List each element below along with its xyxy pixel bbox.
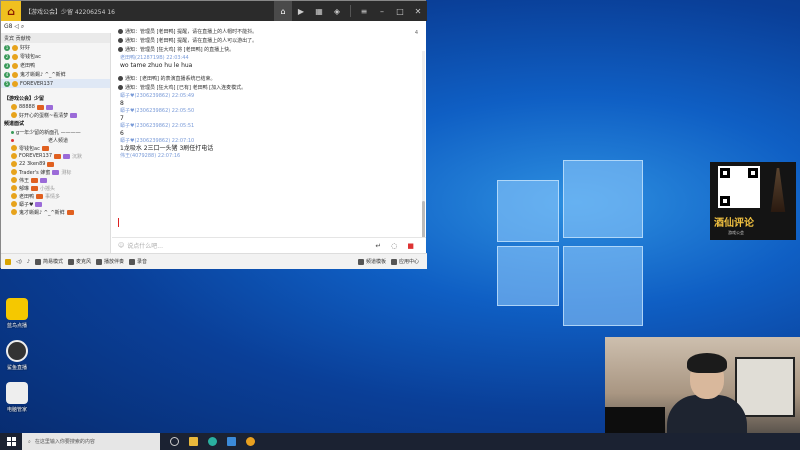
taskbar-search-input[interactable]: 在这里输入你要搜索的内容 xyxy=(35,438,95,445)
list-item[interactable]: 老人频道 xyxy=(1,136,110,144)
volume-icon[interactable]: ◁) xyxy=(16,259,22,265)
message-body: 1龙吸水 2三口一头猪 3刷任打电话 xyxy=(120,145,214,152)
tower-graphic xyxy=(770,168,786,212)
app-center-button[interactable]: 应用中心 xyxy=(390,258,419,265)
list-item[interactable]: 伟王 xyxy=(1,176,110,184)
search-icon: ⌕ xyxy=(28,438,31,445)
windows-taskbar: ⌕ 在这里输入你要搜索的内容 xyxy=(0,433,800,450)
list-item[interactable]: 零钱包ac xyxy=(1,144,110,152)
rank-row[interactable]: 5 FOREVER137 xyxy=(1,79,110,88)
message-body: 7 xyxy=(120,115,124,122)
chat-scrollbar[interactable] xyxy=(422,51,425,251)
message-body: 8 xyxy=(120,100,124,107)
window-title: 【游戏公会】少留 42206254 16 xyxy=(25,8,115,16)
message-body: 6 xyxy=(120,130,124,137)
home-icon[interactable]: ⌂ xyxy=(274,1,292,21)
taskbar-search[interactable]: ⌕ 在这里输入你要搜索的内容 xyxy=(22,433,160,450)
emoji-icon[interactable]: ☺ xyxy=(118,242,124,249)
rank-row[interactable]: 4 鬼才蜥蜴♪ ^_^新鲜 xyxy=(1,70,110,79)
desktop-icon-app1[interactable]: 蓝鸟点播 xyxy=(3,298,31,329)
qr-title: 酒仙评论 xyxy=(714,218,754,229)
list-item[interactable]: 郁琳 小摇头 xyxy=(1,184,110,192)
list-item[interactable]: 88888 xyxy=(1,103,110,111)
cards-icon[interactable]: ▦ xyxy=(310,1,328,21)
list-item[interactable]: g一年少留的新面孔 ———— xyxy=(1,128,110,136)
windows-start-icon[interactable] xyxy=(0,433,22,450)
gaming-chair xyxy=(735,357,795,417)
maximize-icon[interactable]: □ xyxy=(391,1,409,21)
message-meta[interactable]: 伟王(4079288) 22:07:16 xyxy=(112,153,426,160)
app-logo-icon[interactable]: ⌂ xyxy=(1,1,21,21)
rank-row[interactable]: 2 零钱包ac xyxy=(1,52,110,61)
accompaniment-button[interactable]: 播放伴奏 xyxy=(96,258,124,265)
record-button[interactable]: 录音 xyxy=(129,258,147,265)
section-title[interactable]: 频道面试 xyxy=(1,119,110,128)
rank-row[interactable]: 1 好好 xyxy=(1,43,110,52)
template-button[interactable]: 频道模板 xyxy=(357,258,386,265)
file-explorer-icon[interactable] xyxy=(189,437,198,446)
gamepad-icon[interactable]: ◈ xyxy=(328,1,346,21)
text-cursor xyxy=(118,218,119,227)
minimize-icon[interactable]: – xyxy=(373,1,391,21)
mic-icon[interactable]: ♪ xyxy=(27,259,30,265)
menu-icon[interactable]: ≡ xyxy=(355,1,373,21)
chat-bubble-icon[interactable]: ◌ xyxy=(391,242,397,250)
message-body: wo tame zhuo hu le hua xyxy=(120,62,193,69)
app-titlebar: ⌂ 【游戏公会】少留 42206254 16 ⌂ ▶ ▦ ◈ ≡ – □ ✕ xyxy=(1,1,427,21)
list-item[interactable]: 蟒子♥ xyxy=(1,200,110,208)
system-message: 通知：管理员 [老田鸭] 提醒，请在直播上的人帽时不能抖。 xyxy=(112,28,426,37)
qr-code-icon xyxy=(718,166,760,208)
desktop-icon-app3[interactable]: 电脑管家 xyxy=(3,382,31,413)
streamer-hair xyxy=(687,353,727,373)
system-message: 通知：管理员 [老田鸭] 提醒，请在直播上的人可以游出了。 xyxy=(112,37,426,46)
list-item[interactable]: 22 3ken89 xyxy=(1,160,110,168)
section-title[interactable]: 【游戏公会】少留 xyxy=(1,94,110,103)
windows-wallpaper-logo xyxy=(497,160,647,326)
list-item[interactable]: Trader's 蜂蜜 测标 xyxy=(1,168,110,176)
list-item[interactable]: 鬼才蜥蜴♪ ^_^新鲜 xyxy=(1,208,110,216)
channel-subbar: G8 ◁ ⌕ xyxy=(1,21,111,33)
desktop-icon-app2[interactable]: 鲨鱼直播 xyxy=(3,340,31,371)
simple-mode-button[interactable]: 简易模式 xyxy=(35,258,63,265)
chat-input-bar: ☺ 说点什么吧... ↵ ◌ ■ xyxy=(112,237,426,253)
message-meta[interactable]: 蟒子♥(2306239862) 22:07:10 xyxy=(112,138,426,145)
message-meta[interactable]: 老田鸭(2128719B) 22:03:44 xyxy=(112,55,426,62)
task-view-icon[interactable] xyxy=(170,437,179,446)
list-item[interactable]: FOREVER137 沉默 xyxy=(1,152,110,160)
message-meta[interactable]: 蟒子♥(2306239862) 22:05:51 xyxy=(112,123,426,130)
edge-icon[interactable] xyxy=(208,437,217,446)
system-message: 通知：管理员 [狂大鸡] 将 [老田鸭] 的直播上快。 xyxy=(112,46,426,55)
mic-button[interactable]: 麦克风 xyxy=(68,258,91,265)
system-message: 通知：[老田鸭] 的表演直播系统已结束。 xyxy=(112,75,426,84)
gift-icon[interactable]: ■ xyxy=(407,242,414,250)
close-icon[interactable]: ✕ xyxy=(409,1,427,21)
ranking-header[interactable]: 贵宾 贡献榜 xyxy=(1,33,110,43)
message-meta[interactable]: 蟒子♥(2306239862) 22:05:49 xyxy=(112,93,426,100)
system-message: 通知：管理员 [狂大鸡] [已有] 老田鸭 [加入连麦模式。 xyxy=(112,84,426,93)
app-bottombar: ◁) ♪ 简易模式 麦克风 播放伴奏 录音 频道模板 应用中心 xyxy=(1,253,427,269)
yy-app-icon[interactable] xyxy=(246,437,255,446)
qr-subtitle: 游戏公会 xyxy=(728,230,744,235)
yy-app-window: ⌂ 【游戏公会】少留 42206254 16 ⌂ ▶ ▦ ◈ ≡ – □ ✕ G… xyxy=(0,0,427,269)
send-icon[interactable]: ↵ xyxy=(375,242,381,250)
list-item[interactable]: 老田鸭 事情多 xyxy=(1,192,110,200)
qr-promo-overlay: 酒仙评论 游戏公会 xyxy=(710,162,796,240)
video-icon[interactable]: ▶ xyxy=(292,1,310,21)
chat-panel: 4 通知：管理员 [老田鸭] 提醒，请在直播上的人帽时不能抖。 通知：管理员 [… xyxy=(112,21,426,253)
channel-subbar-text[interactable]: G8 ◁ ⌕ xyxy=(4,23,24,31)
check-app-icon[interactable] xyxy=(227,437,236,446)
rank-row[interactable]: 3 老田鸭 xyxy=(1,61,110,70)
message-count: 4 xyxy=(414,30,418,36)
member-list-pane: 贵宾 贡献榜 1 好好 2 零钱包ac 3 老田鸭 4 鬼才蜥蜴♪ ^_^新鲜 5 FOR… xyxy=(1,33,111,253)
chat-input[interactable]: 说点什么吧... xyxy=(127,241,163,250)
message-meta[interactable]: 蟒子♥(2306239862) 22:05:50 xyxy=(112,108,426,115)
mode-toggle[interactable] xyxy=(5,258,11,265)
list-item[interactable]: 好开心的蛋糕~看清梦 xyxy=(1,111,110,119)
